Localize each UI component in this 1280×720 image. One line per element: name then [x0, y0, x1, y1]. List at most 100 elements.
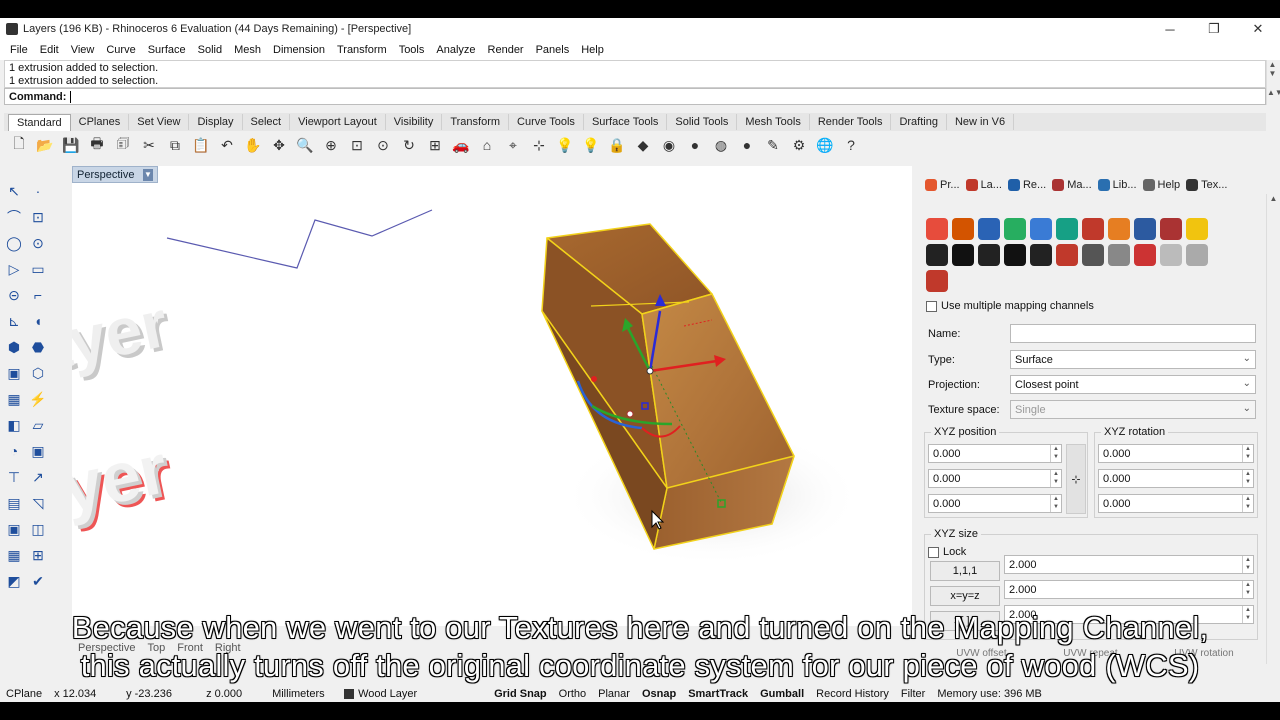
toolbar-tab-cplanes[interactable]: CPlanes	[71, 114, 130, 130]
toolbar-tab-solid-tools[interactable]: Solid Tools	[667, 114, 738, 130]
rotate-icon[interactable]: ↻	[398, 134, 420, 156]
mapping-tool-icon[interactable]	[926, 244, 948, 266]
cplane-icon[interactable]: ⌂	[476, 134, 498, 156]
import-icon[interactable]: 🗊	[112, 134, 134, 156]
left-tool-icon[interactable]: ◧	[2, 412, 26, 438]
toolbar-tab-standard[interactable]: Standard	[8, 113, 71, 131]
panel-tab-re[interactable]: Re...	[1005, 179, 1049, 191]
paste-icon[interactable]: 📋	[190, 134, 212, 156]
print-icon[interactable]: 🖶	[86, 134, 108, 156]
name-field[interactable]	[1010, 324, 1256, 343]
left-tool-icon[interactable]: ⊡	[26, 204, 50, 230]
mapping-tool-icon[interactable]	[926, 270, 948, 292]
mapping-tool-icon[interactable]	[1108, 244, 1130, 266]
toolbar-tab-visibility[interactable]: Visibility	[386, 114, 443, 130]
panel-tab-help[interactable]: Help	[1140, 179, 1184, 191]
mapping-tool-icon[interactable]	[978, 218, 1000, 240]
sphere-icon[interactable]: ●	[736, 134, 758, 156]
left-tool-icon[interactable]: ▷	[2, 256, 26, 282]
mapping-tool-icon[interactable]	[1082, 218, 1104, 240]
menu-transform[interactable]: Transform	[331, 44, 393, 56]
menu-edit[interactable]: Edit	[34, 44, 65, 56]
spinner-icon[interactable]: ▲ ▼	[1242, 495, 1253, 512]
toolbar-tab-display[interactable]: Display	[189, 114, 243, 130]
highlight-icon[interactable]: ✎	[762, 134, 784, 156]
menu-mesh[interactable]: Mesh	[228, 44, 267, 56]
toggle-gumball[interactable]: Gumball	[754, 688, 810, 700]
perspective-viewport[interactable]: Perspective ▼ ayer ayer yer yer yer	[72, 166, 912, 626]
mapping-tool-icon[interactable]	[1186, 218, 1208, 240]
pan-icon[interactable]: ✋	[242, 134, 264, 156]
panel-scrollbar[interactable]: ▲	[1266, 194, 1280, 664]
lock-icon[interactable]: 🔒	[606, 134, 628, 156]
left-tool-icon[interactable]: ⊤	[2, 464, 26, 490]
menu-view[interactable]: View	[65, 44, 101, 56]
minimize-button[interactable]: ─	[1148, 18, 1192, 40]
position-z-field[interactable]: 0.000 ▲ ▼	[928, 494, 1062, 513]
left-tool-icon[interactable]: ⊝	[2, 282, 26, 308]
left-tool-icon[interactable]: ▤	[2, 490, 26, 516]
mapping-tool-icon[interactable]	[1134, 244, 1156, 266]
toggle-smarttrack[interactable]: SmartTrack	[682, 688, 754, 700]
rotate-view-icon[interactable]: ✥	[268, 134, 290, 156]
status-layer[interactable]: Wood Layer	[338, 688, 488, 700]
render-icon[interactable]: ◍	[710, 134, 732, 156]
mapping-tool-icon[interactable]	[1056, 244, 1078, 266]
left-tool-icon[interactable]: ⬣	[26, 334, 50, 360]
toolbar-tab-new-in-v6[interactable]: New in V6	[947, 114, 1015, 130]
toggle-osnap[interactable]: Osnap	[636, 688, 682, 700]
lock-row[interactable]: Lock	[928, 546, 966, 558]
menu-curve[interactable]: Curve	[100, 44, 141, 56]
toolbar-tab-transform[interactable]: Transform	[442, 114, 510, 130]
panel-tab-pr[interactable]: Pr...	[922, 179, 963, 191]
left-tool-icon[interactable]: ◖	[26, 308, 50, 334]
toolbar-tab-select[interactable]: Select	[243, 114, 291, 130]
lock-checkbox[interactable]	[928, 546, 939, 558]
toggle-grid-snap[interactable]: Grid Snap	[488, 688, 553, 700]
left-tool-icon[interactable]: ◫	[26, 516, 50, 542]
zoom-window-icon[interactable]: ⊕	[320, 134, 342, 156]
left-tool-icon[interactable]: ▦	[2, 386, 26, 412]
toolbar-tab-surface-tools[interactable]: Surface Tools	[584, 114, 668, 130]
left-tool-icon[interactable]: ▭	[26, 256, 50, 282]
menu-panels[interactable]: Panels	[530, 44, 576, 56]
projection-select[interactable]: Closest point ⌄	[1010, 375, 1256, 394]
mapping-tool-icon[interactable]	[1056, 218, 1078, 240]
close-button[interactable]: ✕	[1236, 18, 1280, 40]
copy-icon[interactable]: ⧉	[164, 134, 186, 156]
left-tool-icon[interactable]: ▣	[26, 438, 50, 464]
command-line[interactable]: Command:	[4, 88, 1266, 105]
panel-tab-lib[interactable]: Lib...	[1095, 179, 1140, 191]
multiple-channels-row[interactable]: Use multiple mapping channels	[926, 300, 1094, 312]
mapping-tool-icon[interactable]	[926, 218, 948, 240]
toggle-planar[interactable]: Planar	[592, 688, 636, 700]
toggle-ortho[interactable]: Ortho	[553, 688, 593, 700]
menu-solid[interactable]: Solid	[192, 44, 228, 56]
mapping-tool-icon[interactable]	[1004, 218, 1026, 240]
size-preset-111-button[interactable]: 1,1,1	[930, 561, 1000, 581]
mapping-tool-icon[interactable]	[1082, 244, 1104, 266]
status-cplane[interactable]: CPlane	[0, 688, 48, 700]
position-x-field[interactable]: 0.000 ▲ ▼	[928, 444, 1062, 463]
menu-file[interactable]: File	[4, 44, 34, 56]
toolbar-tab-drafting[interactable]: Drafting	[891, 114, 947, 130]
toggle-filter[interactable]: Filter	[895, 688, 931, 700]
position-y-field[interactable]: 0.000 ▲ ▼	[928, 469, 1062, 488]
panel-tab-tex[interactable]: Tex...	[1183, 179, 1230, 191]
history-scrollbar[interactable]: ▲ ▼	[1266, 60, 1278, 88]
settings-icon[interactable]: ⚙	[788, 134, 810, 156]
spinner-icon[interactable]: ▲ ▼	[1050, 495, 1061, 512]
menu-help[interactable]: Help	[575, 44, 610, 56]
open-icon[interactable]: 📂	[34, 134, 56, 156]
left-tool-icon[interactable]: ✔	[26, 568, 50, 594]
left-tool-icon[interactable]: ▣	[2, 360, 26, 386]
save-icon[interactable]: 💾	[60, 134, 82, 156]
maximize-button[interactable]: ❐	[1192, 18, 1236, 40]
spinner-icon[interactable]: ▲ ▼	[1050, 445, 1061, 462]
link-position-icon[interactable]: ⊹	[1066, 444, 1086, 514]
zoom-extents-icon[interactable]: ⊡	[346, 134, 368, 156]
mapping-tool-icon[interactable]	[1108, 218, 1130, 240]
material-icon[interactable]: ●	[684, 134, 706, 156]
toggle-record-history[interactable]: Record History	[810, 688, 895, 700]
left-tool-icon[interactable]: ·	[26, 178, 50, 204]
